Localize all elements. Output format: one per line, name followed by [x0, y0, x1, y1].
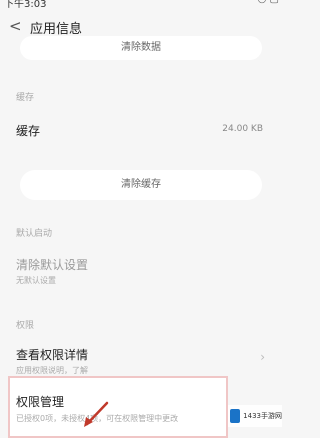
watermark-text: 1433手游网: [243, 412, 282, 420]
status-bar: 下午3:03 ◔ ▢: [0, 0, 285, 12]
cache-size-value: 24.00 KB: [222, 124, 263, 134]
back-arrow-icon[interactable]: <: [9, 17, 22, 35]
watermark-logo-icon: [230, 409, 241, 423]
permissions-section-label: 权限: [16, 321, 35, 331]
clear-cache-button[interactable]: 清除缓存: [20, 170, 262, 200]
default-launch-section-label: 默认启动: [16, 229, 53, 239]
cache-section-label: 缓存: [16, 93, 35, 103]
permission-manage-title: 权限管理: [16, 395, 65, 409]
clear-data-button[interactable]: 清除数据: [20, 36, 262, 60]
status-time: 下午3:03: [4, 0, 47, 10]
reset-defaults-title: 清除默认设置: [16, 258, 89, 272]
page-title: 应用信息: [30, 22, 83, 37]
status-icons: ◔ ▢: [258, 0, 279, 5]
reset-defaults-subtitle: 无默认设置: [16, 276, 56, 285]
chevron-right-icon: ›: [260, 350, 265, 364]
permission-details-title: 查看权限详情: [16, 348, 89, 362]
watermark: 1433手游网: [228, 405, 282, 427]
pointer-arrow-icon: [84, 401, 109, 427]
permission-details-subtitle: 应用权限说明，了解: [16, 366, 88, 375]
cache-label: 缓存: [16, 124, 41, 138]
